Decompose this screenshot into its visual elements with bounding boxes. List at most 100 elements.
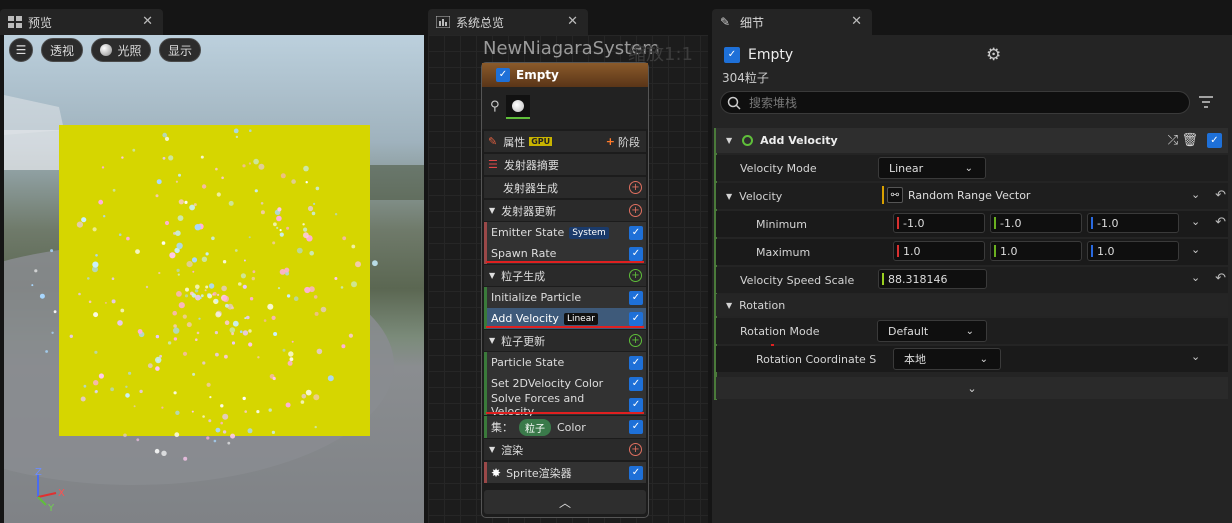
gear-icon[interactable]: ⚙ bbox=[986, 45, 1001, 65]
axis-z-label: Z bbox=[35, 467, 42, 478]
collapse-icon[interactable]: ▼ bbox=[726, 301, 732, 310]
module-initialize-particle[interactable]: Initialize Particle ✓ bbox=[484, 287, 646, 308]
close-icon[interactable]: ✕ bbox=[851, 14, 862, 29]
trash-icon[interactable]: 🗑 bbox=[1181, 133, 1198, 148]
chevron-down-icon[interactable]: ⌄ bbox=[1191, 188, 1200, 201]
collapse-icon[interactable]: ▼ bbox=[489, 271, 495, 280]
rotation-category-row[interactable]: ▼ Rotation bbox=[716, 294, 1228, 316]
velocity-dynamic-input[interactable]: ⚯ Random Range Vector bbox=[882, 186, 1030, 204]
module-enabled-checkbox[interactable]: ✓ bbox=[629, 355, 643, 370]
minimum-z-field[interactable]: -1.0 bbox=[1087, 213, 1179, 233]
module-enabled-checkbox[interactable]: ✓ bbox=[629, 397, 643, 412]
chevron-down-icon[interactable]: ⌄ bbox=[1191, 243, 1200, 256]
emitter-enabled-checkbox[interactable]: ✓ bbox=[496, 68, 510, 82]
maximum-x-field[interactable]: 1.0 bbox=[893, 241, 985, 261]
render-row[interactable]: ▼ 渲染 + bbox=[484, 439, 646, 460]
search-input[interactable]: 搜索堆栈 bbox=[720, 91, 1190, 114]
tab-details[interactable]: ✎ 细节 ✕ bbox=[712, 9, 872, 35]
module-enabled-checkbox[interactable]: ✓ bbox=[629, 311, 643, 326]
set-value-label: Color bbox=[557, 420, 586, 434]
expand-advanced-button[interactable]: ⌄ bbox=[716, 377, 1228, 399]
emitter-enabled-checkbox[interactable]: ✓ bbox=[724, 47, 740, 63]
particle bbox=[276, 215, 282, 222]
filter-icon[interactable] bbox=[1199, 96, 1213, 108]
add-module-icon[interactable]: + bbox=[629, 269, 642, 282]
details-tabbar: ✎ 细节 ✕ bbox=[712, 0, 1232, 35]
collapse-icon[interactable]: ▼ bbox=[489, 206, 495, 215]
particle bbox=[214, 331, 218, 335]
perspective-button[interactable]: 透视 bbox=[41, 38, 83, 62]
particle bbox=[83, 384, 87, 388]
particle bbox=[291, 179, 296, 184]
particle bbox=[164, 136, 170, 141]
module-sprite-renderer[interactable]: ✸ Sprite渲染器 ✓ bbox=[484, 462, 646, 483]
add-velocity-section-header[interactable]: ▼ Add Velocity ⤮ 🗑 ✓ bbox=[716, 128, 1228, 153]
reset-icon[interactable]: ↶ bbox=[1215, 215, 1226, 230]
module-enabled-checkbox[interactable]: ✓ bbox=[629, 420, 643, 434]
emitter-update-row[interactable]: ▼ 发射器更新 + bbox=[484, 200, 646, 221]
particle bbox=[303, 227, 308, 232]
collapse-icon[interactable]: ▼ bbox=[489, 445, 495, 454]
shuffle-icon[interactable]: ⤮ bbox=[1168, 133, 1178, 148]
maximum-z-value: 1.0 bbox=[1097, 244, 1115, 258]
module-enabled-checkbox[interactable]: ✓ bbox=[629, 376, 643, 391]
module-enabled-checkbox[interactable]: ✓ bbox=[629, 465, 643, 480]
module-enabled-checkbox[interactable]: ✓ bbox=[629, 225, 643, 240]
module-emitter-state[interactable]: Emitter State System ✓ bbox=[484, 222, 646, 243]
particle bbox=[93, 380, 99, 386]
minimum-x-field[interactable]: -1.0 bbox=[893, 213, 985, 233]
particle bbox=[256, 410, 260, 414]
tab-preview[interactable]: 预览 ✕ bbox=[0, 9, 163, 35]
collapse-icon[interactable]: ▼ bbox=[726, 136, 732, 145]
lighting-icon bbox=[100, 44, 113, 56]
viewport-menu-button[interactable]: ☰ bbox=[9, 38, 33, 62]
particle-spawn-row[interactable]: ▼ 粒子生成 + bbox=[484, 265, 646, 286]
add-module-icon[interactable]: + bbox=[629, 181, 642, 194]
chevron-down-icon[interactable]: ⌄ bbox=[1191, 271, 1200, 284]
rotation-coordinate-dropdown[interactable]: 本地 ⌄ bbox=[893, 348, 1001, 370]
add-renderer-icon[interactable]: + bbox=[629, 443, 642, 456]
add-stage-button[interactable]: + 阶段 bbox=[606, 134, 640, 150]
emitter-header[interactable]: ✓ Empty bbox=[482, 63, 648, 87]
maximum-y-field[interactable]: 1.0 bbox=[990, 241, 1082, 261]
particle bbox=[285, 402, 291, 408]
lighting-button[interactable]: 光照 bbox=[91, 38, 151, 62]
module-particle-state[interactable]: Particle State ✓ bbox=[484, 352, 646, 373]
collapse-icon[interactable]: ▼ bbox=[726, 192, 732, 201]
add-module-icon[interactable]: + bbox=[629, 334, 642, 347]
particle bbox=[279, 232, 284, 237]
emitter-spawn-row[interactable]: 发射器生成 + bbox=[484, 177, 646, 198]
close-icon[interactable]: ✕ bbox=[142, 14, 153, 29]
add-module-icon[interactable]: + bbox=[629, 204, 642, 217]
preview-viewport[interactable]: Z X Y bbox=[4, 35, 424, 523]
properties-row[interactable]: ✎ 属性 GPU + 阶段 bbox=[484, 131, 646, 152]
emitter-summary-row[interactable]: ☰ 发射器摘要 bbox=[484, 154, 646, 175]
tab-system-overview[interactable]: 系统总览 ✕ bbox=[428, 9, 588, 35]
module-enabled-checkbox[interactable]: ✓ bbox=[1207, 133, 1222, 148]
chevron-down-icon[interactable]: ⌄ bbox=[1191, 350, 1200, 363]
module-set-parameters[interactable]: 集： 粒子 Color ✓ bbox=[484, 416, 646, 438]
reset-icon[interactable]: ↶ bbox=[1215, 188, 1226, 203]
chevron-down-icon[interactable]: ⌄ bbox=[1191, 215, 1200, 228]
show-button[interactable]: 显示 bbox=[159, 38, 201, 62]
reset-icon[interactable]: ↶ bbox=[1215, 271, 1226, 286]
close-icon[interactable]: ✕ bbox=[567, 14, 578, 29]
particle bbox=[211, 236, 215, 241]
particle-thumbnail[interactable] bbox=[506, 95, 530, 119]
particles-namespace-badge: 粒子 bbox=[519, 418, 551, 436]
axis-gizmo: Z X Y bbox=[35, 467, 65, 512]
rotation-mode-dropdown[interactable]: Default ⌄ bbox=[877, 320, 987, 342]
maximum-z-field[interactable]: 1.0 bbox=[1087, 241, 1179, 261]
particle-update-row[interactable]: ▼ 粒子更新 + bbox=[484, 330, 646, 351]
chevron-down-icon: ⌄ bbox=[967, 381, 977, 395]
speed-scale-field[interactable]: 88.318146 bbox=[878, 269, 987, 289]
particle bbox=[183, 456, 188, 461]
module-enabled-checkbox[interactable]: ✓ bbox=[629, 246, 643, 261]
collapse-icon[interactable]: ▼ bbox=[489, 336, 495, 345]
particle bbox=[320, 306, 327, 313]
color-bar bbox=[882, 186, 884, 204]
module-enabled-checkbox[interactable]: ✓ bbox=[629, 290, 643, 305]
minimum-y-field[interactable]: -1.0 bbox=[990, 213, 1082, 233]
collapse-node-button[interactable]: ︿ bbox=[484, 490, 646, 514]
velocity-mode-dropdown[interactable]: Linear ⌄ bbox=[878, 157, 986, 179]
